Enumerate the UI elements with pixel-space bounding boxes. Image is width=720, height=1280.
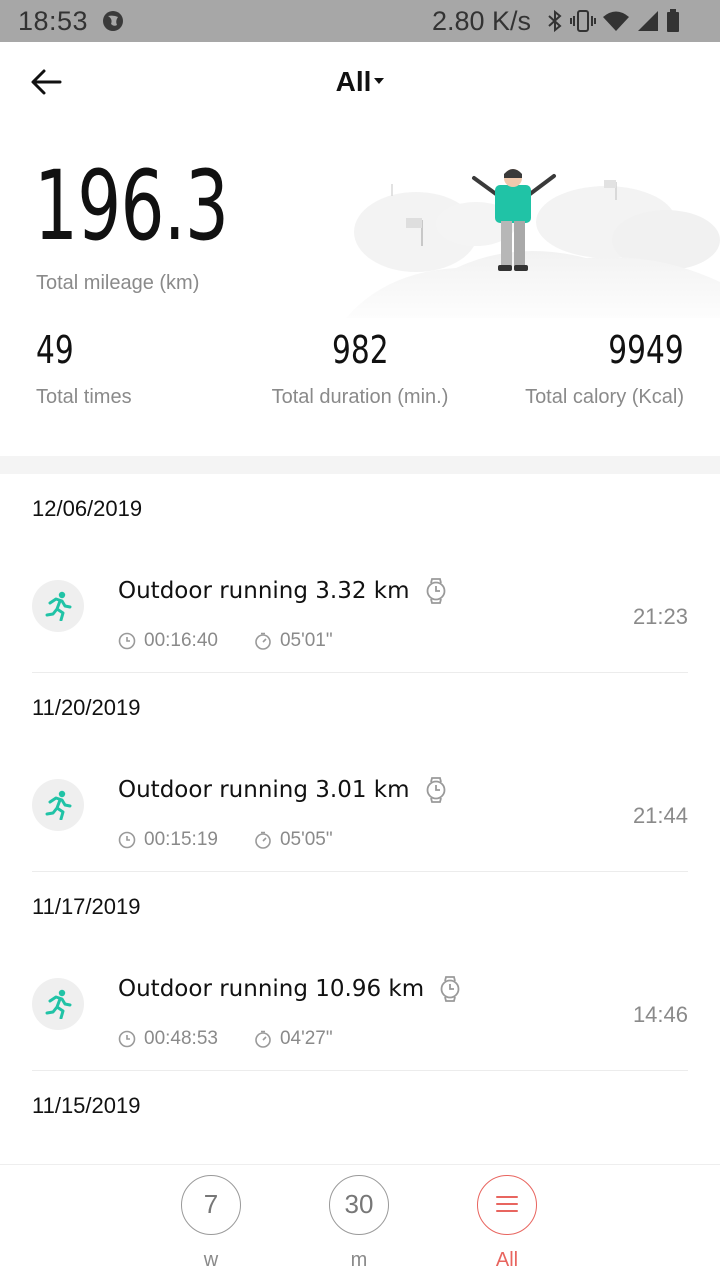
stat-total-times: 49 Total times <box>36 330 132 409</box>
record-title-text: Outdoor running 3.01 km <box>118 777 410 803</box>
running-icon <box>32 779 84 831</box>
network-speed: 2.80 K/s <box>432 6 532 36</box>
pace: 04'27" <box>254 1028 333 1050</box>
stat-label: Total calory (Kcal) <box>525 386 684 408</box>
list-item[interactable]: Outdoor running 3.01 km 00:15:19 05'05" … <box>32 741 688 872</box>
range-week-caption: w <box>203 1249 219 1271</box>
duration: 00:48:53 <box>118 1028 218 1050</box>
record-title: Outdoor running 3.01 km <box>118 777 448 803</box>
status-bar: 18:53 2.80 K/s <box>0 0 720 42</box>
date-header: 11/15/2019 <box>32 1093 141 1118</box>
record-time: 14:46 <box>632 1002 688 1027</box>
total-mileage-value: 196.3 <box>34 150 229 262</box>
celebrating-runner-illustration <box>346 169 720 318</box>
watch-icon <box>426 578 445 604</box>
duration-value: 00:16:40 <box>144 630 218 651</box>
duration: 00:16:40 <box>118 630 218 652</box>
record-title: Outdoor running 3.32 km <box>118 578 448 604</box>
duration-value: 00:48:53 <box>144 1028 218 1049</box>
stat-value: 982 <box>331 328 389 372</box>
record-meta: 00:15:19 05'05" <box>118 829 333 851</box>
bluetooth-icon <box>548 9 562 33</box>
running-icon <box>32 978 84 1030</box>
clock-icon <box>118 1030 136 1048</box>
range-all-caption: All <box>495 1249 519 1271</box>
record-meta: 00:48:53 04'27" <box>118 1028 333 1050</box>
record-meta: 00:16:40 05'01" <box>118 630 333 652</box>
status-time: 18:53 <box>18 6 89 36</box>
stat-value: 49 <box>36 328 74 372</box>
clock-icon <box>118 831 136 849</box>
clock-icon <box>118 632 136 650</box>
record-title-text: Outdoor running 10.96 km <box>118 976 425 1002</box>
record-list[interactable]: 12/06/2019 Outdoor running 3.32 km 00:16… <box>0 474 720 1164</box>
pace-gauge-icon <box>255 632 271 650</box>
watch-icon <box>440 976 460 1002</box>
section-divider <box>0 456 720 474</box>
stat-label: Total duration (min.) <box>271 386 449 408</box>
range-all-button[interactable]: All <box>476 1175 538 1272</box>
list-item[interactable]: Outdoor running 10.96 km 00:48:53 04'27"… <box>32 940 688 1071</box>
battery-icon <box>667 9 679 32</box>
cell-signal-icon <box>638 11 658 31</box>
total-mileage-label: Total mileage (km) <box>36 272 200 294</box>
vibrate-icon <box>570 10 596 32</box>
pace-value: 04'27" <box>279 1028 333 1049</box>
stat-value: 9949 <box>608 328 684 372</box>
pace: 05'05" <box>254 829 333 851</box>
filter-label: All <box>335 66 372 97</box>
pace-value: 05'05" <box>279 829 333 850</box>
range-selector-bar: 7 w 30 m All <box>0 1164 720 1280</box>
wifi-icon <box>603 11 629 31</box>
globe-icon <box>103 11 123 31</box>
list-icon <box>477 1175 537 1235</box>
record-time: 21:23 <box>632 604 688 629</box>
list-item[interactable]: Outdoor running 3.32 km 00:16:40 05'01" … <box>32 542 688 673</box>
duration-value: 00:15:19 <box>144 829 218 850</box>
duration: 00:15:19 <box>118 829 218 851</box>
range-month-caption: m <box>350 1249 368 1271</box>
range-month-button[interactable]: 30 m <box>328 1175 390 1272</box>
stat-label: Total times <box>36 386 132 408</box>
date-header: 11/20/2019 <box>32 695 141 720</box>
filter-dropdown[interactable]: All <box>0 66 720 98</box>
record-title: Outdoor running 10.96 km <box>118 976 462 1002</box>
summary-section: 196.3 Total mileage (km) 49 Total times … <box>0 126 720 456</box>
date-header: 11/17/2019 <box>32 894 141 919</box>
pace-value: 05'01" <box>279 630 333 651</box>
pace-gauge-icon <box>255 831 271 849</box>
stat-total-calory: 9949 Total calory (Kcal) <box>525 330 684 409</box>
range-week-number: 7 <box>181 1175 241 1235</box>
range-week-button[interactable]: 7 w <box>180 1175 242 1272</box>
record-time: 21:44 <box>632 803 688 828</box>
range-month-number: 30 <box>329 1175 389 1235</box>
running-icon <box>32 580 84 632</box>
date-header: 12/06/2019 <box>32 496 143 521</box>
stat-total-duration: 982 Total duration (min.) <box>264 330 456 409</box>
dropdown-caret-icon <box>374 77 385 84</box>
pace: 05'01" <box>254 630 333 652</box>
watch-icon <box>426 777 445 803</box>
pace-gauge-icon <box>255 1030 271 1048</box>
app-header: All <box>0 42 720 126</box>
status-icons <box>546 8 680 34</box>
record-title-text: Outdoor running 3.32 km <box>118 578 410 604</box>
